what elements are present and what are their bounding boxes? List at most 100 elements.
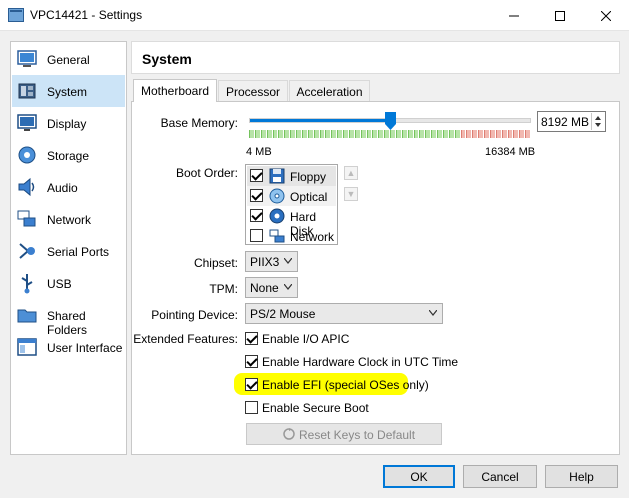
optical-icon (269, 188, 285, 204)
scale-segment (495, 130, 501, 138)
sidebar-item-serial-ports[interactable]: Serial Ports (12, 235, 125, 267)
chipset-select[interactable]: PIIX3 (245, 251, 298, 272)
scale-segment (437, 130, 442, 138)
minimize-button[interactable] (491, 0, 537, 31)
sidebar-item-network[interactable]: Network (12, 203, 125, 235)
utc-clock-checkbox[interactable] (245, 355, 258, 368)
utc-clock-label: Enable Hardware Clock in UTC Time (262, 355, 459, 369)
io-apic-label: Enable I/O APIC (262, 332, 350, 346)
sidebar-item-user-interface[interactable]: User Interface (12, 331, 125, 363)
base-memory-spinbox[interactable]: 8192 MB (537, 111, 606, 132)
scale-segment (313, 130, 319, 138)
general-icon (17, 50, 37, 67)
cancel-button[interactable]: Cancel (463, 465, 537, 488)
close-button[interactable] (583, 0, 629, 31)
tab-acceleration[interactable]: Acceleration (289, 80, 370, 102)
scale-segment (260, 130, 266, 138)
maximize-button[interactable] (537, 0, 583, 31)
scale-segment (525, 130, 530, 138)
scale-segment (378, 130, 384, 138)
scale-segment (343, 130, 348, 138)
sidebar-item-storage[interactable]: Storage (12, 139, 125, 171)
boot-item-floppy[interactable]: Floppy (247, 166, 336, 186)
scale-segment (372, 130, 378, 138)
sidebar-item-shared-folders[interactable]: Shared Folders (12, 299, 125, 337)
efi-checkbox-row[interactable]: Enable EFI (special OSes only) (245, 377, 429, 393)
usb-icon (21, 274, 33, 294)
scale-segment (395, 130, 401, 138)
network-boot-icon (269, 229, 285, 243)
scale-segment (272, 130, 278, 138)
ok-button[interactable]: OK (383, 465, 455, 488)
base-memory-scale (249, 130, 531, 138)
sidebar-item-label: System (47, 85, 88, 99)
user-interface-icon (17, 338, 37, 356)
base-memory-label: Base Memory: (160, 116, 238, 130)
storage-icon (18, 146, 36, 164)
scale-segment (348, 130, 354, 138)
floppy-icon (269, 168, 285, 184)
scale-segment (266, 130, 272, 138)
scale-segment (366, 130, 372, 138)
base-memory-spin-buttons[interactable] (591, 113, 604, 130)
scale-segment (466, 130, 472, 138)
secure-boot-checkbox[interactable] (245, 401, 258, 414)
sidebar-item-general[interactable]: General (12, 43, 125, 75)
secure-boot-label: Enable Secure Boot (262, 401, 369, 415)
sidebar-item-label: Audio (47, 181, 78, 195)
chipset-label: Chipset: (193, 256, 238, 270)
boot-item-label: Floppy (290, 170, 327, 184)
efi-label: Enable EFI (special OSes only) (262, 378, 429, 392)
boot-item-checkbox[interactable] (250, 229, 263, 242)
scale-segment (407, 130, 413, 138)
boot-move-up-button[interactable]: ▲ (344, 166, 358, 180)
base-memory-slider-thumb[interactable] (384, 112, 396, 130)
tab-processor[interactable]: Processor (218, 80, 288, 102)
scale-segment (513, 130, 519, 138)
scale-segment (501, 130, 507, 138)
scale-segment (519, 130, 525, 138)
reset-keys-button[interactable]: Reset Keys to Default (246, 423, 442, 445)
boot-item-hard-disk[interactable]: Hard Disk (247, 206, 336, 238)
help-button[interactable]: Help (545, 465, 618, 488)
sidebar-item-label: Storage (47, 149, 90, 163)
utc-clock-checkbox-row[interactable]: Enable Hardware Clock in UTC Time (245, 354, 458, 370)
sidebar-item-audio[interactable]: Audio (12, 171, 125, 203)
boot-item-checkbox[interactable] (250, 189, 263, 202)
scale-segment (296, 130, 301, 138)
reset-keys-label: Reset Keys to Default (299, 428, 416, 442)
scale-segment (472, 130, 478, 138)
sidebar-item-usb[interactable]: USB (12, 267, 125, 299)
efi-checkbox[interactable] (245, 378, 258, 391)
scale-segment (337, 130, 342, 138)
scale-segment (507, 130, 513, 138)
sidebar-item-system[interactable]: System (12, 75, 125, 107)
scale-segment (319, 130, 325, 138)
close-icon (601, 10, 611, 21)
reset-icon (283, 428, 295, 440)
secure-boot-checkbox-row[interactable]: Enable Secure Boot (245, 400, 375, 416)
shared-folders-icon (17, 309, 37, 323)
spin-arrows-icon (595, 116, 601, 127)
tab-motherboard[interactable]: Motherboard (133, 79, 217, 102)
scale-segment (478, 130, 483, 138)
boot-item-optical[interactable]: Optical (247, 186, 336, 206)
tpm-value: None (250, 281, 279, 295)
tpm-select[interactable]: None (245, 277, 298, 298)
scale-segment (249, 130, 254, 138)
io-apic-checkbox[interactable] (245, 332, 258, 345)
pointing-device-select[interactable]: PS/2 Mouse (245, 303, 443, 324)
boot-item-network[interactable]: Network (247, 226, 336, 246)
scale-segment (384, 130, 389, 138)
sidebar-item-display[interactable]: Display (12, 107, 125, 139)
scale-segment (460, 130, 466, 138)
minimize-icon (509, 15, 519, 16)
boot-item-checkbox[interactable] (250, 209, 263, 222)
scale-segment (301, 130, 307, 138)
scale-segment (290, 130, 295, 138)
boot-item-checkbox[interactable] (250, 169, 263, 182)
boot-move-down-button[interactable]: ▼ (344, 187, 358, 201)
io-apic-checkbox-row[interactable]: Enable I/O APIC (245, 331, 385, 347)
section-header: System (131, 41, 620, 74)
settings-sidebar: General System Display Storage Audio Net… (10, 41, 127, 455)
